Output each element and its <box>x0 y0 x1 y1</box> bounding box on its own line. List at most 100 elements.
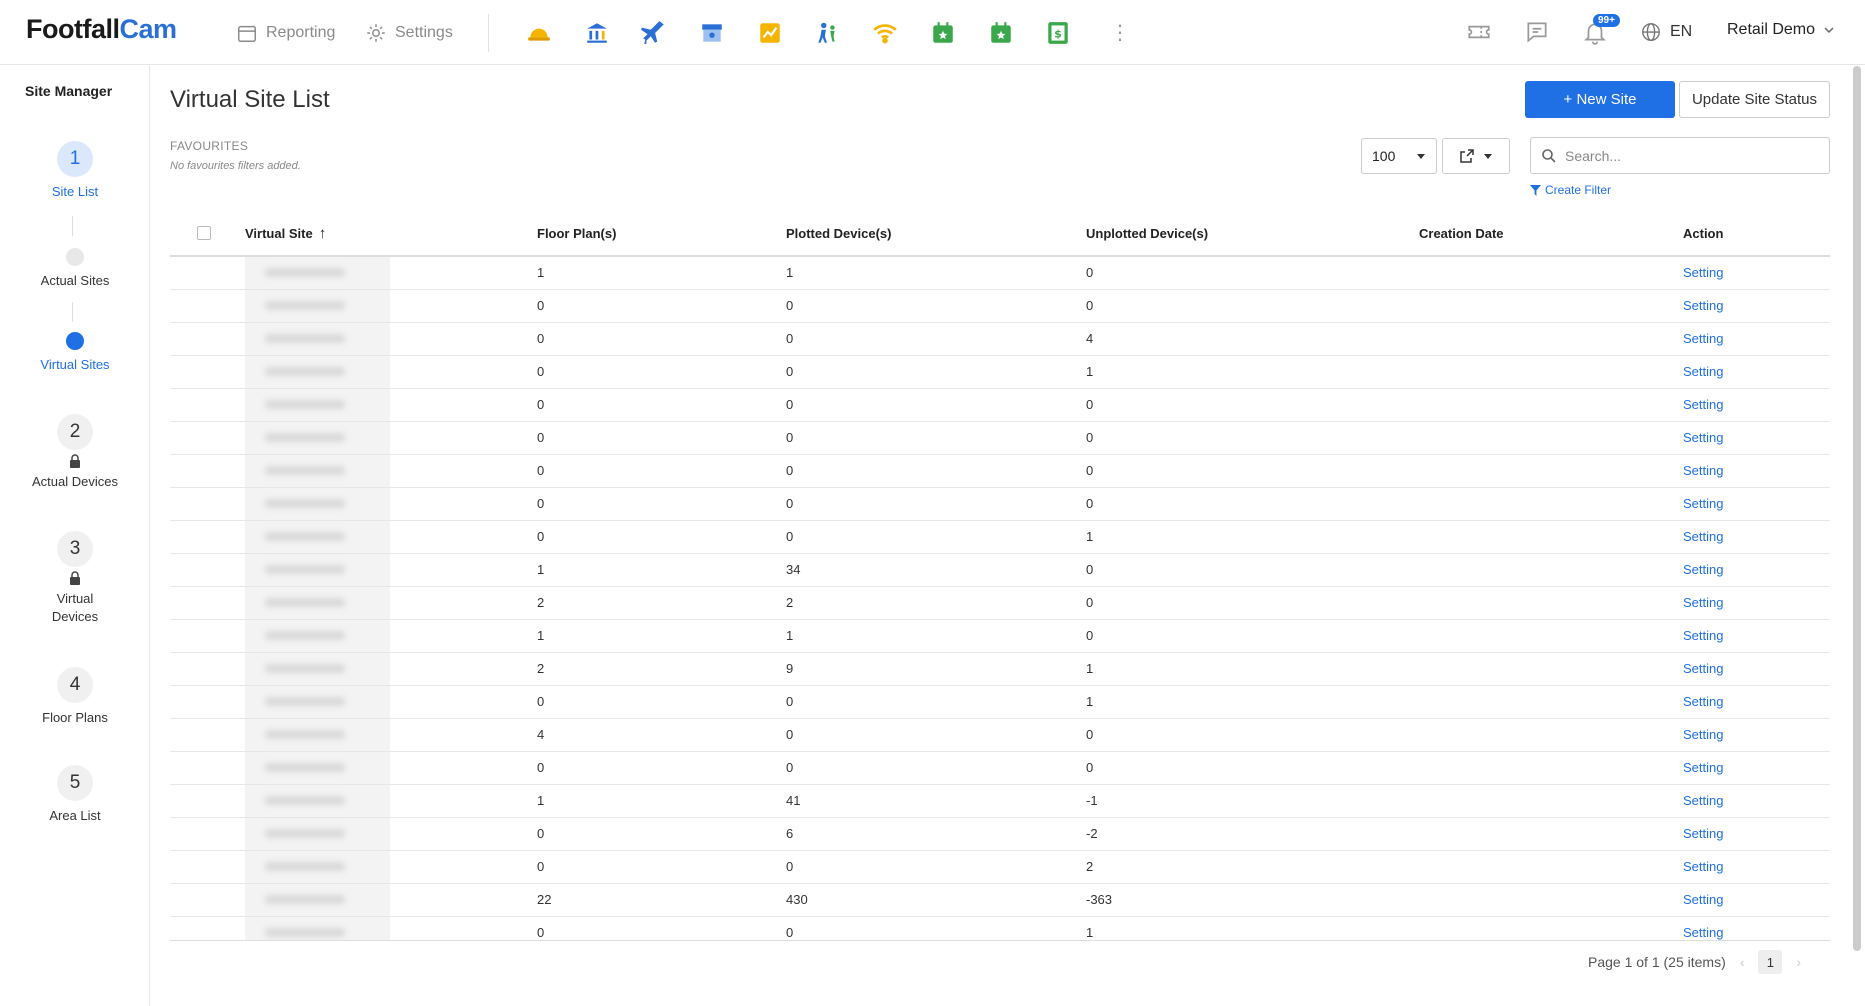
redacted-site-name <box>245 257 390 289</box>
search-box[interactable] <box>1530 137 1830 174</box>
setting-link[interactable]: Setting <box>1683 925 1723 940</box>
setting-link[interactable]: Setting <box>1683 826 1723 841</box>
setting-link[interactable]: Setting <box>1683 694 1723 709</box>
step-site-list[interactable]: 1 Site List <box>0 141 150 201</box>
redacted-site-name <box>245 289 390 322</box>
setting-link[interactable]: Setting <box>1683 628 1723 643</box>
ticket-icon[interactable] <box>1466 19 1492 45</box>
search-input[interactable] <box>1565 147 1805 164</box>
create-filter-link[interactable]: Create Filter <box>1530 183 1611 197</box>
hardhat-icon[interactable] <box>526 20 552 46</box>
setting-link[interactable]: Setting <box>1683 265 1723 280</box>
plotted-devices-cell: 0 <box>786 685 1086 719</box>
setting-link[interactable]: Setting <box>1683 496 1723 511</box>
unplotted-devices-cell: 4 <box>1086 322 1419 356</box>
unplotted-devices-cell: -363 <box>1086 883 1419 917</box>
page-number-button[interactable]: 1 <box>1758 950 1783 974</box>
step-floor-plans[interactable]: 4 Floor Plans <box>0 667 150 727</box>
unplotted-devices-cell: 2 <box>1086 850 1419 884</box>
step-area-list[interactable]: 5 Area List <box>0 765 150 825</box>
plotted-devices-cell: 6 <box>786 817 1086 851</box>
user-menu[interactable]: Retail Demo <box>1727 21 1835 39</box>
setting-link[interactable]: Setting <box>1683 892 1723 907</box>
unplotted-devices-cell: 1 <box>1086 685 1419 719</box>
bank-icon[interactable] <box>584 20 610 46</box>
setting-link[interactable]: Setting <box>1683 397 1723 412</box>
floor-plans-cell: 0 <box>537 751 786 785</box>
action-cell: Setting <box>1683 850 1830 884</box>
setting-link[interactable]: Setting <box>1683 661 1723 676</box>
unplotted-devices-cell: 0 <box>1086 454 1419 488</box>
redacted-site-name <box>245 487 390 520</box>
wifi-icon[interactable] <box>872 20 898 46</box>
prev-page-icon[interactable]: ‹ <box>1740 954 1745 970</box>
language-selector[interactable]: EN <box>1640 21 1692 43</box>
floor-plans-cell: 0 <box>537 289 786 323</box>
setting-link[interactable]: Setting <box>1683 331 1723 346</box>
chart-icon[interactable] <box>757 20 783 46</box>
calendar-star-icon[interactable] <box>988 20 1014 46</box>
step-connector <box>72 216 73 236</box>
row-select-cell <box>170 388 245 422</box>
setting-link[interactable]: Setting <box>1683 529 1723 544</box>
plotted-devices-cell: 0 <box>786 388 1086 422</box>
airplane-icon[interactable] <box>641 20 667 46</box>
column-header-floor-plans[interactable]: Floor Plan(s) <box>537 211 786 257</box>
redacted-site-name <box>245 421 390 454</box>
column-header-unplotted-devices[interactable]: Unplotted Device(s) <box>1086 211 1419 257</box>
people-icon[interactable] <box>814 20 840 46</box>
chevron-down-icon <box>1824 27 1834 34</box>
store-icon[interactable] <box>699 20 725 46</box>
plotted-devices-cell: 41 <box>786 784 1086 818</box>
table-row: 1 41 -1 Setting <box>170 784 1830 818</box>
page-scrollbar[interactable] <box>1853 66 1861 951</box>
creation-date-cell <box>1419 454 1683 488</box>
sort-ascending-icon: ↑ <box>318 224 327 242</box>
virtual-site-cell <box>245 751 537 785</box>
dollar-sheet-icon[interactable]: $ <box>1045 20 1071 46</box>
new-site-button[interactable]: + New Site <box>1525 81 1675 118</box>
footfallcam-logo[interactable]: FootfallCam <box>26 14 177 45</box>
setting-link[interactable]: Setting <box>1683 760 1723 775</box>
unplotted-devices-cell: 0 <box>1086 256 1419 290</box>
column-header-action: Action <box>1683 211 1830 257</box>
row-select-cell <box>170 916 245 940</box>
column-header-virtual-site[interactable]: Virtual Site ↑ <box>245 211 537 257</box>
setting-link[interactable]: Setting <box>1683 727 1723 742</box>
nav-reporting[interactable]: Reporting <box>236 22 335 44</box>
setting-link[interactable]: Setting <box>1683 364 1723 379</box>
plotted-devices-cell: 0 <box>786 718 1086 752</box>
setting-link[interactable]: Setting <box>1683 859 1723 874</box>
step-actual-sites[interactable]: Actual Sites <box>0 248 150 290</box>
setting-link[interactable]: Setting <box>1683 793 1723 808</box>
virtual-site-cell <box>245 883 537 917</box>
floor-plans-cell: 1 <box>537 256 786 290</box>
main-content: Virtual Site List + New Site Update Site… <box>170 66 1830 1006</box>
next-page-icon[interactable]: › <box>1796 954 1801 970</box>
more-apps-icon[interactable]: ⋮ <box>1110 20 1130 46</box>
calendar-star-icon[interactable] <box>930 20 956 46</box>
update-site-status-button[interactable]: Update Site Status <box>1679 81 1830 118</box>
floor-plans-cell: 0 <box>537 916 786 940</box>
setting-link[interactable]: Setting <box>1683 562 1723 577</box>
column-header-creation-date[interactable]: Creation Date <box>1419 211 1683 257</box>
creation-date-cell <box>1419 916 1683 940</box>
action-cell: Setting <box>1683 652 1830 686</box>
setting-link[interactable]: Setting <box>1683 595 1723 610</box>
select-all-checkbox[interactable] <box>197 226 211 240</box>
setting-link[interactable]: Setting <box>1683 463 1723 478</box>
nav-settings[interactable]: Settings <box>365 22 453 44</box>
step-connector <box>72 302 73 322</box>
step-virtual-sites[interactable]: Virtual Sites <box>0 332 150 374</box>
page-size-select[interactable]: 100 <box>1361 138 1437 174</box>
step-number: 4 <box>57 667 93 703</box>
step-virtual-devices[interactable]: 3 Virtual Devices <box>0 531 150 626</box>
chat-icon[interactable] <box>1524 19 1550 45</box>
floor-plans-cell: 0 <box>537 487 786 521</box>
export-button[interactable] <box>1442 138 1510 174</box>
virtual-site-cell <box>245 586 537 620</box>
step-actual-devices[interactable]: 2 Actual Devices <box>0 414 150 491</box>
setting-link[interactable]: Setting <box>1683 430 1723 445</box>
setting-link[interactable]: Setting <box>1683 298 1723 313</box>
column-header-plotted-devices[interactable]: Plotted Device(s) <box>786 211 1086 257</box>
